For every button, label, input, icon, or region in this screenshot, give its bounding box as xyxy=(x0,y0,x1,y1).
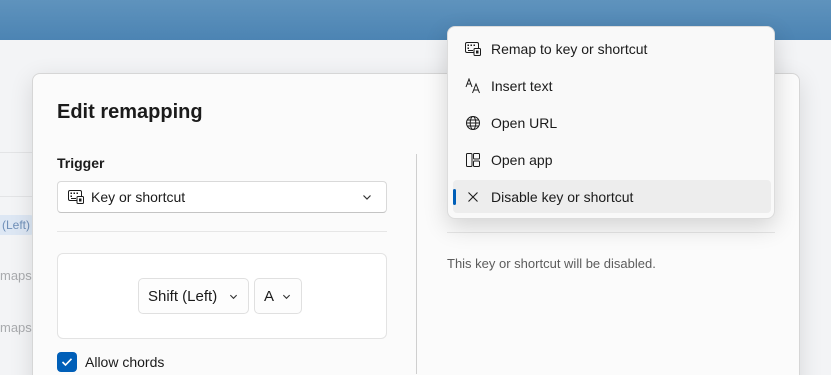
allow-chords-checkbox[interactable] xyxy=(57,352,77,372)
key-dropdown[interactable]: A xyxy=(254,278,302,314)
selection-indicator xyxy=(453,189,456,205)
checkmark-icon xyxy=(61,358,73,367)
chevron-down-icon xyxy=(282,294,291,300)
action-description: This key or shortcut will be disabled. xyxy=(447,256,656,271)
vertical-divider xyxy=(416,154,417,374)
keyboard-icon xyxy=(68,190,84,204)
chevron-down-icon xyxy=(363,195,371,200)
keyboard-icon xyxy=(465,41,481,57)
background-key-pill: (Left) xyxy=(0,215,34,235)
menu-item-open-url[interactable]: Open URL xyxy=(453,106,771,139)
chevron-down-icon xyxy=(229,294,238,300)
menu-item-label: Disable key or shortcut xyxy=(491,188,634,205)
action-type-menu: Remap to key or shortcut Insert text Ope… xyxy=(447,26,775,219)
menu-item-disable[interactable]: Disable key or shortcut xyxy=(453,180,771,213)
divider xyxy=(57,231,387,232)
trigger-label: Trigger xyxy=(57,155,105,171)
trigger-type-dropdown[interactable]: Key or shortcut xyxy=(57,181,387,213)
dialog-title: Edit remapping xyxy=(57,101,203,123)
text-icon xyxy=(465,77,481,94)
allow-chords-label: Allow chords xyxy=(85,354,165,370)
divider xyxy=(447,232,775,233)
modifier-key-value: Shift (Left) xyxy=(148,287,218,305)
background-row-text: maps xyxy=(0,268,32,283)
menu-item-label: Insert text xyxy=(491,77,553,94)
globe-icon xyxy=(465,115,481,131)
app-icon xyxy=(465,152,481,168)
menu-item-label: Open app xyxy=(491,151,553,168)
modifier-key-dropdown[interactable]: Shift (Left) xyxy=(138,278,249,314)
menu-item-insert-text[interactable]: Insert text xyxy=(453,69,771,102)
close-icon xyxy=(465,189,481,205)
menu-item-remap[interactable]: Remap to key or shortcut xyxy=(453,32,771,65)
key-value: A xyxy=(264,287,275,305)
trigger-keys-panel: Shift (Left) A xyxy=(57,253,387,339)
menu-item-label: Open URL xyxy=(491,114,558,131)
background-row-text: maps xyxy=(0,320,32,335)
menu-item-open-app[interactable]: Open app xyxy=(453,143,771,176)
trigger-type-value: Key or shortcut xyxy=(91,189,186,205)
menu-item-label: Remap to key or shortcut xyxy=(491,40,648,57)
